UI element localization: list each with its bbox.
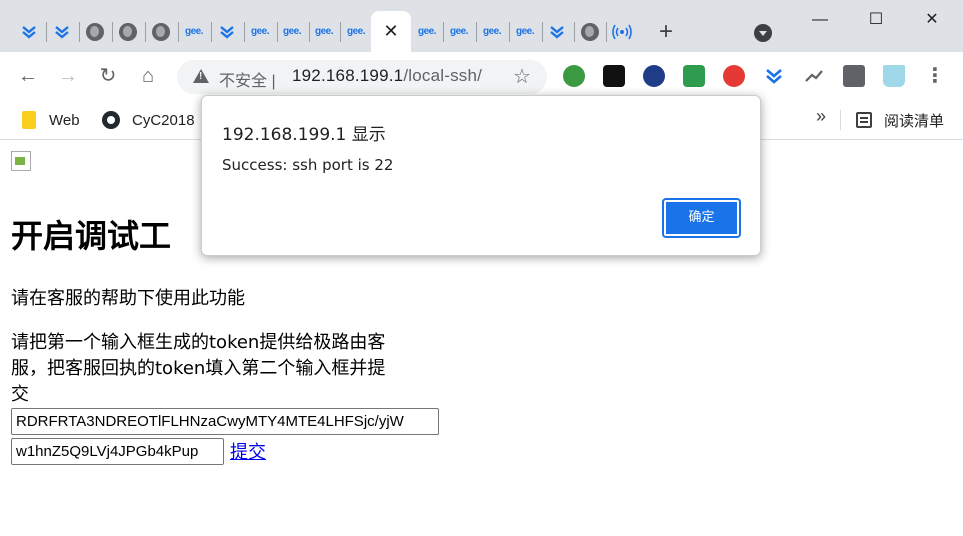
- gee-icon: gee.: [346, 26, 366, 37]
- new-tab-button[interactable]: +: [654, 18, 678, 46]
- minimize-button[interactable]: —: [797, 6, 843, 34]
- tab[interactable]: gee.: [341, 11, 371, 52]
- menu-icon[interactable]: ⋮: [925, 64, 945, 88]
- globe-icon: [152, 22, 170, 41]
- tab[interactable]: gee.: [444, 11, 474, 52]
- reading-list-icon: [856, 112, 872, 128]
- gee-icon: gee.: [417, 26, 437, 37]
- reload-button[interactable]: ↻: [96, 64, 120, 88]
- tab[interactable]: gee.: [309, 11, 339, 52]
- insecure-label[interactable]: 不安全 |: [219, 67, 276, 91]
- maximize-button[interactable]: ☐: [853, 6, 899, 34]
- dialog-title: 192.168.199.1 显示: [222, 125, 386, 145]
- downloads-icon: [22, 25, 36, 39]
- window-close-button[interactable]: ✕: [909, 6, 955, 34]
- github-icon: [102, 111, 120, 129]
- gee-icon: gee.: [515, 26, 535, 37]
- tab[interactable]: [575, 11, 605, 52]
- tab[interactable]: [212, 11, 242, 52]
- gee-icon: gee.: [314, 26, 334, 37]
- gee-icon: gee.: [282, 26, 302, 37]
- gee-icon: gee.: [250, 26, 270, 37]
- home-button[interactable]: ⌂: [136, 64, 160, 88]
- bookmark-star-icon[interactable]: ☆: [513, 64, 531, 89]
- globe-icon: [581, 22, 599, 41]
- back-button[interactable]: ←: [16, 64, 40, 88]
- token-input[interactable]: RDRFRTA3NDREOTlFLHNzaCwyMTY4MTE4LHFSjc/y…: [11, 408, 439, 435]
- tab[interactable]: [113, 11, 143, 52]
- url-text[interactable]: 192.168.199.1/local-ssh/: [292, 66, 482, 86]
- tab[interactable]: gee.: [510, 11, 540, 52]
- trend-icon[interactable]: [803, 65, 825, 87]
- tab[interactable]: gee.: [179, 11, 209, 52]
- dialog-message: Success: ssh port is 22: [222, 156, 394, 174]
- tab[interactable]: [47, 11, 77, 52]
- globe-icon: [119, 22, 137, 41]
- downloads-icon[interactable]: [763, 65, 785, 87]
- divider: [840, 110, 841, 130]
- puzzle-icon[interactable]: [843, 65, 865, 87]
- folder-icon: [22, 111, 36, 129]
- instructions-text: 请把第一个输入框生成的token提供给极路由客服，把客服回执的token填入第二…: [11, 332, 386, 405]
- bookmark-label: Web: [49, 111, 80, 129]
- submit-link[interactable]: 提交: [230, 438, 266, 464]
- reading-list-label: 阅读清单: [884, 112, 945, 130]
- downloads-icon: [220, 25, 234, 39]
- tab[interactable]: gee.: [277, 11, 307, 52]
- forward-button[interactable]: →: [56, 64, 80, 88]
- bookmark-cyc2018[interactable]: CyC2018: [102, 109, 195, 131]
- extension-idm-icon[interactable]: [563, 65, 585, 87]
- intro-text: 请在客服的帮助下使用此功能: [11, 288, 245, 309]
- url-path: /local-ssh/: [403, 66, 483, 85]
- broken-image-icon: [11, 151, 31, 171]
- tab[interactable]: [542, 11, 572, 52]
- gee-icon: gee.: [449, 26, 469, 37]
- bookmarks-overflow-button[interactable]: »: [816, 106, 826, 127]
- tab[interactable]: [607, 11, 637, 52]
- extension-blocker-icon[interactable]: [723, 65, 745, 87]
- gee-icon: gee.: [482, 26, 502, 37]
- tab[interactable]: [80, 11, 110, 52]
- ok-button[interactable]: 确定: [662, 198, 741, 238]
- tab[interactable]: gee.: [477, 11, 507, 52]
- page-title: 开启调试工: [11, 217, 172, 255]
- tab-search-icon[interactable]: [754, 24, 772, 42]
- gee-icon: gee.: [184, 26, 204, 37]
- tab[interactable]: gee.: [245, 11, 275, 52]
- tab[interactable]: gee.: [412, 11, 442, 52]
- tab[interactable]: [14, 11, 44, 52]
- downloads-icon: [55, 25, 69, 39]
- alert-dialog: 192.168.199.1 显示 Success: ssh port is 22…: [201, 95, 761, 256]
- browser-toolbar: ← → ↻ ⌂ 不安全 | 192.168.199.1/local-ssh/ ☆…: [0, 52, 963, 100]
- tab-strip: gee. gee. gee. gee. gee. ✕ gee. gee. gee…: [0, 0, 963, 52]
- url-host: 192.168.199.1: [292, 66, 404, 85]
- trash-icon[interactable]: [883, 65, 905, 87]
- downloads-icon: [550, 25, 564, 39]
- close-icon[interactable]: ✕: [383, 21, 398, 42]
- warning-icon[interactable]: [193, 69, 209, 83]
- tab-active[interactable]: ✕: [371, 11, 411, 52]
- address-bar[interactable]: 不安全 | 192.168.199.1/local-ssh/ ☆: [177, 60, 547, 94]
- reading-list-button[interactable]: 阅读清单: [856, 109, 944, 131]
- broadcast-icon: [612, 24, 632, 39]
- extension-android-icon[interactable]: [683, 65, 705, 87]
- reply-token-input[interactable]: w1hnZ5Q9LVj4JPGb4kPup: [11, 438, 224, 465]
- extension-sync-icon[interactable]: [643, 65, 665, 87]
- bookmark-web[interactable]: Web: [22, 109, 80, 131]
- globe-icon: [86, 22, 104, 41]
- bookmark-label: CyC2018: [132, 111, 195, 129]
- tab[interactable]: [146, 11, 176, 52]
- extension-tampermonkey-icon[interactable]: [603, 65, 625, 87]
